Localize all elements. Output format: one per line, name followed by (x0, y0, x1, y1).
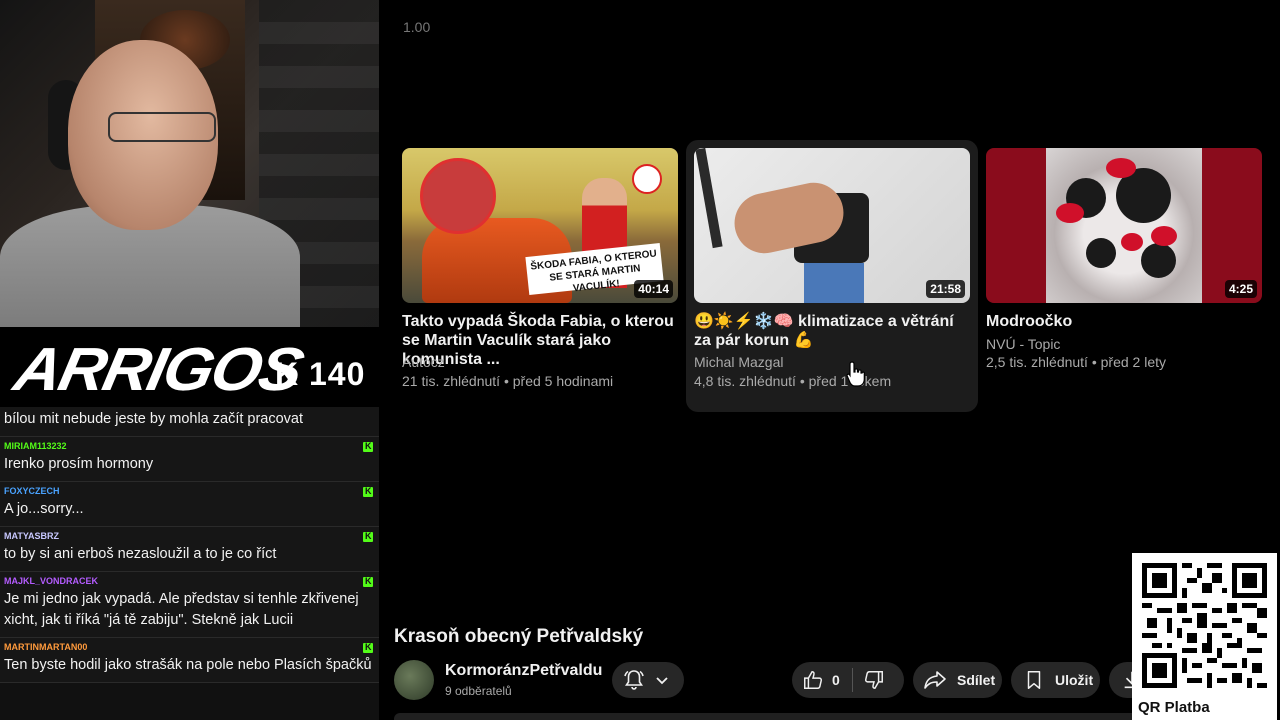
channel-avatar[interactable] (394, 660, 434, 700)
share-icon (924, 671, 946, 689)
stream-counter: K 140 (275, 356, 366, 392)
video-duration: 40:14 (634, 280, 673, 298)
recommended-video-card[interactable]: 21:58 😃☀️⚡❄️🧠 klimatizace a větrání za p… (686, 140, 978, 412)
chat-message: MAJKL_VONDRACEK Je mi jedno jak vypadá. … (0, 572, 379, 638)
chat-username[interactable]: MAJKL_VONDRACEK (4, 576, 375, 586)
share-label: Sdílet (957, 672, 996, 688)
like-dislike-group: 0 (792, 662, 904, 698)
chat-message: MIRIAM113232 Irenko prosím hormony (0, 437, 379, 482)
video-thumbnail[interactable]: 21:58 (694, 148, 970, 303)
video-channel[interactable]: Michal Mazgal (694, 354, 783, 370)
kick-icon (363, 576, 373, 587)
share-button[interactable]: Sdílet (913, 662, 1002, 698)
video-page-title: Krasoň obecný Petřvaldský (394, 626, 644, 647)
video-thumbnail[interactable]: 4:25 (986, 148, 1262, 303)
video-duration: 21:58 (926, 280, 965, 298)
kick-icon (363, 531, 373, 542)
chat-message-text: Ten byste hodil jako strašák na pole neb… (4, 657, 372, 673)
kick-icon (363, 642, 373, 653)
bell-icon (624, 670, 644, 690)
thumbs-down-icon (864, 671, 883, 689)
thumbnail-badge (632, 164, 662, 194)
chat-message: bílou mit nebude jeste by mohla začít pr… (0, 407, 379, 437)
chat-panel: bílou mit nebude jeste by mohla začít pr… (0, 407, 379, 720)
chat-message: MATYASBRZ to by si ani erboš nezasloužil… (0, 527, 379, 572)
save-button[interactable]: Uložit (1011, 662, 1100, 698)
thumbnail-inset (420, 158, 496, 234)
chat-message-text: bílou mit nebude jeste by mohla začít pr… (4, 411, 304, 427)
kick-icon (363, 441, 373, 452)
chat-username[interactable]: MARTINMARTAN00 (4, 642, 375, 652)
chat-message-text: to by si ani erboš nezasloužil a to je c… (4, 546, 277, 562)
video-channel[interactable]: NVÚ - Topic (986, 336, 1060, 352)
chat-username[interactable]: FOXYCZECH (4, 486, 375, 496)
chat-username[interactable]: MIRIAM113232 (4, 441, 375, 451)
video-title[interactable]: 😃☀️⚡❄️🧠 klimatizace a větrání za pár kor… (694, 312, 974, 350)
video-duration: 4:25 (1224, 280, 1257, 298)
thumbs-up-icon (804, 671, 823, 689)
video-meta: 21 tis. zhlédnutí • před 5 hodinami (402, 373, 614, 389)
bookmark-icon (1027, 671, 1041, 689)
video-meta: 2,5 tis. zhlédnutí • před 2 lety (986, 354, 1167, 370)
save-label: Uložit (1055, 672, 1094, 688)
thumbnail-base (804, 263, 864, 303)
chat-message: FOXYCZECH A jo...sorry... (0, 482, 379, 527)
notification-bell-button[interactable] (612, 662, 684, 698)
qr-code-icon (1142, 563, 1267, 688)
video-channel[interactable]: Autocz (402, 354, 445, 370)
hand-cursor-icon (846, 361, 865, 387)
like-button[interactable]: 0 (792, 669, 840, 691)
webcam-glasses (108, 112, 216, 142)
chevron-down-icon (656, 677, 668, 685)
recommended-video-card[interactable]: ŠKODA FABIA, O KTEROU SE STARÁ MARTIN VA… (394, 140, 686, 412)
stream-logo: ARRIGOS (8, 334, 308, 404)
chat-username[interactable]: MATYASBRZ (4, 531, 375, 541)
playback-speed: 1.00 (403, 19, 431, 35)
webcam-feed (0, 0, 379, 327)
like-count: 0 (832, 672, 840, 688)
qr-label: QR Platba (1138, 699, 1210, 716)
qr-payment-overlay: QR Platba (1132, 553, 1277, 720)
recommended-video-card[interactable]: 4:25 Modroočko NVÚ - Topic 2,5 tis. zhlé… (978, 140, 1270, 412)
like-divider (851, 668, 853, 692)
description-box-edge (394, 713, 1154, 720)
video-thumbnail[interactable]: ŠKODA FABIA, O KTEROU SE STARÁ MARTIN VA… (402, 148, 678, 303)
chat-message-text: Je mi jedno jak vypadá. Ale představ si … (4, 591, 359, 628)
subscriber-count: 9 odběratelů (445, 684, 512, 698)
thumbnail-album-art (1046, 148, 1202, 303)
kick-icon (363, 486, 373, 497)
channel-name[interactable]: KormoránzPetřvaldu (445, 662, 602, 680)
thumbnail-pipe (695, 148, 723, 249)
dislike-button[interactable] (863, 669, 885, 691)
chat-message-text: A jo...sorry... (4, 501, 84, 517)
video-title[interactable]: Modroočko (986, 312, 1266, 331)
chat-message: MARTINMARTAN00 Ten byste hodil jako stra… (0, 638, 379, 683)
chat-message-text: Irenko prosím hormony (4, 456, 154, 472)
